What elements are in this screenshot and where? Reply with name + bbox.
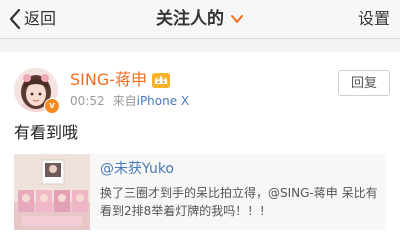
verified-badge-icon: v — [44, 98, 60, 114]
reply-button[interactable]: 回复 — [338, 70, 390, 96]
post-source-prefix: 来自 — [112, 94, 137, 108]
page-title-label: 关注人的 — [156, 9, 224, 29]
dropdown-chevron-icon — [224, 14, 244, 24]
post-meta: 00:52 来自iPhone X — [70, 93, 189, 109]
author-name[interactable]: SING-蒋申 — [70, 69, 147, 91]
page-title: 关注人的 — [0, 7, 400, 31]
quoted-post[interactable]: @未获Yuko 换了三圈才到手的呆比拍立得，@SING-蒋申 呆比有看到2排8举… — [14, 154, 386, 230]
author-row: SING-蒋申 — [70, 69, 171, 91]
post-source-device[interactable]: iPhone X — [137, 94, 190, 108]
post-text: 有看到哦 — [14, 123, 79, 142]
quoted-post-text: 换了三圈才到手的呆比拍立得，@SING-蒋申 呆比有看到2排8举着灯牌的我吗！！… — [100, 186, 378, 218]
post-card: v SING-蒋申 00:52 来自iPhone X 回复 有看到哦 @未获Yu… — [0, 52, 400, 242]
settings-button[interactable]: 设置 — [358, 7, 390, 31]
quoted-post-thumbnail[interactable] — [14, 154, 90, 230]
quoted-post-author[interactable]: @未获Yuko — [100, 160, 174, 178]
member-crown-icon — [152, 72, 171, 88]
navigation-bar: 返回 关注人的 设置 — [0, 0, 400, 39]
feed-filter-dropdown[interactable]: 关注人的 — [156, 7, 244, 31]
post-time: 00:52 — [70, 94, 105, 108]
